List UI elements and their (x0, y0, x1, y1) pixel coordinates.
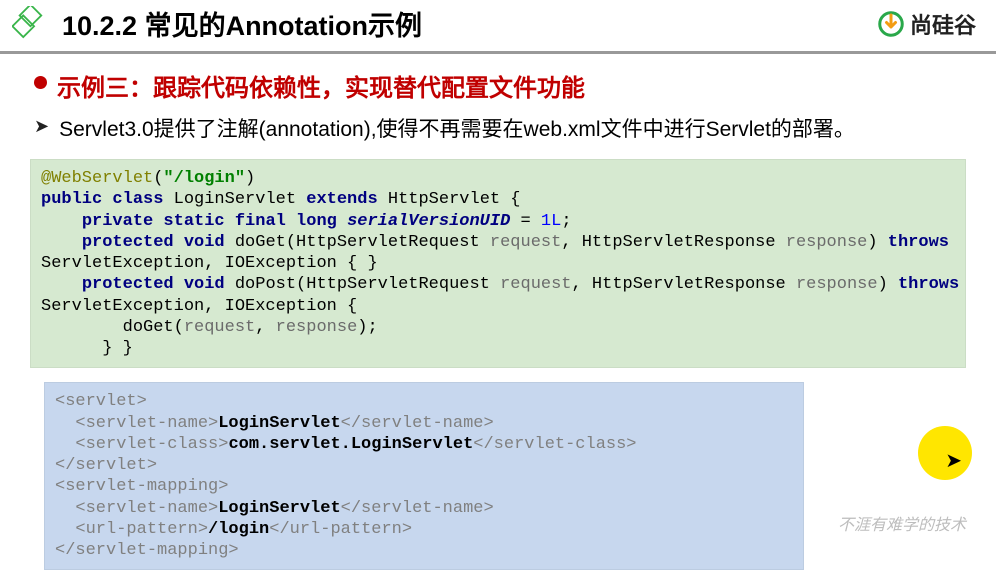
slide-content: 示例三：跟踪代码依赖性，实现替代配置文件功能 ➤ Servlet3.0提供了注解… (0, 54, 996, 570)
slide-title: 10.2.2 常见的Annotation示例 (62, 4, 422, 43)
bullet-dot-icon (34, 76, 47, 89)
example-heading: 示例三：跟踪代码依赖性，实现替代配置文件功能 (57, 68, 585, 103)
chevron-right-icon: ➤ (34, 116, 49, 137)
cursor-arrow-icon: ➤ (945, 448, 962, 473)
brand-name: 尚硅谷 (910, 8, 976, 40)
example-heading-row: 示例三：跟踪代码依赖性，实现替代配置文件功能 (30, 68, 966, 103)
diamond-icon (12, 6, 48, 42)
logo-icon (876, 9, 906, 39)
sub-bullet-text: Servlet3.0提供了注解(annotation),使得不再需要在web.x… (59, 113, 855, 143)
sub-bullet-row: ➤ Servlet3.0提供了注解(annotation),使得不再需要在web… (30, 113, 966, 143)
xml-code-block: <servlet> <servlet-name>LoginServlet</se… (44, 382, 804, 570)
slide-header: 10.2.2 常见的Annotation示例 尚硅谷 (0, 0, 996, 54)
header-left: 10.2.2 常见的Annotation示例 (12, 4, 422, 43)
watermark-text: 不涯有难学的技术 (838, 511, 966, 535)
logo-area: 尚硅谷 (876, 8, 976, 40)
java-code-block: @WebServlet("/login") public class Login… (30, 159, 966, 368)
